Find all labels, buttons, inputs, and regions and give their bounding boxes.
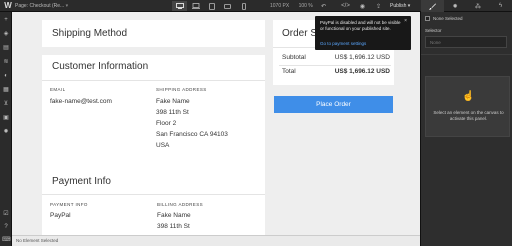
payment-info-card[interactable]: Payment Info PAYMENT INFO PayPal BILLING…: [42, 168, 265, 235]
zoom-readout: 100 %: [298, 3, 313, 9]
customer-info-title: Customer Information: [52, 61, 149, 72]
checkbox-icon[interactable]: [425, 16, 430, 21]
layers-icon[interactable]: ≋: [2, 58, 10, 66]
selection-status: No Element Selected: [16, 238, 59, 243]
publish-button[interactable]: Publish ▾: [390, 1, 420, 11]
shipping-address-line: 398 11th St: [156, 109, 189, 116]
payment-settings-link[interactable]: Go to payment settings: [320, 41, 366, 46]
empty-panel-text: Select an element on the canvas to activ…: [433, 110, 504, 121]
bolt-icon: ϟ: [499, 3, 503, 9]
mobile-landscape-icon[interactable]: [220, 1, 235, 11]
gear-icon: ✹: [452, 3, 458, 10]
selector-input[interactable]: None: [425, 36, 507, 48]
mobile-portrait-icon[interactable]: [236, 1, 251, 11]
add-icon[interactable]: +: [2, 16, 10, 24]
none-selected-label: None Selected: [433, 16, 463, 21]
interactions-tab[interactable]: ϟ: [489, 0, 512, 12]
publish-label: Publish: [390, 3, 407, 9]
subtotal-value: US$ 1,696.12 USD: [334, 54, 390, 61]
billing-address-line: Fake Name: [157, 212, 191, 219]
billing-address-line: 398 11th St: [157, 223, 190, 230]
laptop-icon[interactable]: [188, 1, 203, 11]
width-readout: 1070 PX: [270, 3, 290, 9]
cart-icon[interactable]: ⊻: [2, 100, 10, 108]
preview-icon[interactable]: ◉: [357, 1, 368, 11]
selector-placeholder: None: [430, 40, 441, 45]
hand-pointer-icon: ☝: [462, 91, 475, 102]
canvas-size-readout: 1070 PX 100 %: [270, 2, 313, 10]
empty-panel-message: ☝ Select an element on the canvas to act…: [425, 76, 510, 137]
card-divider: [42, 80, 265, 81]
help-icon[interactable]: ?: [2, 223, 10, 231]
style-panel: None Selected Selector None ☝ Select an …: [420, 12, 512, 246]
paypal-warning-tooltip: PayPal is disabled and will not be visib…: [315, 16, 411, 50]
billing-address-label: BILLING ADDRESS: [157, 202, 204, 207]
customer-info-card[interactable]: Customer Information EMAIL fake-name@tes…: [42, 55, 265, 172]
settings-panel-tab[interactable]: ✹: [444, 0, 467, 12]
email-label: EMAIL: [50, 87, 66, 92]
total-label: Total: [282, 68, 296, 75]
shipping-method-card[interactable]: Shipping Method: [42, 20, 265, 47]
payment-method-value: PayPal: [50, 212, 71, 219]
payment-info-title: Payment Info: [52, 176, 111, 187]
close-icon[interactable]: ×: [404, 18, 407, 24]
chevron-down-icon: ▾: [65, 3, 69, 9]
shipping-method-title: Shipping Method: [52, 28, 128, 39]
page-selector[interactable]: Page: Checkout (Re... ▾: [15, 2, 68, 10]
order-summary-title: Order S: [282, 28, 318, 39]
settings-icon[interactable]: ✹: [2, 128, 10, 136]
subtotal-row: Subtotal US$ 1,696.12 USD: [282, 54, 390, 61]
shipping-address-line: San Francisco CA 94103: [156, 131, 228, 138]
tooltip-message: PayPal is disabled and will not be visib…: [320, 20, 401, 31]
top-bar: W Page: Checkout (Re... ▾ 1070 PX 100 % …: [0, 0, 512, 12]
style-manager-tab[interactable]: ⁂: [467, 0, 490, 12]
brush-icon: [428, 3, 436, 10]
none-selected-row[interactable]: None Selected: [425, 16, 463, 21]
code-icon[interactable]: </>: [340, 1, 351, 11]
cube-icon[interactable]: ◈: [2, 30, 10, 38]
chevron-down-icon: ▾: [407, 3, 411, 9]
place-order-button[interactable]: Place Order: [274, 96, 393, 113]
status-bar: No Element Selected: [12, 235, 420, 246]
check-icon[interactable]: ☑: [2, 210, 10, 218]
payment-info-label: PAYMENT INFO: [50, 202, 88, 207]
style-panel-tab[interactable]: [421, 0, 444, 12]
designer-app: W Page: Checkout (Re... ▾ 1070 PX 100 % …: [0, 0, 512, 246]
paint-icon[interactable]: ◐: [2, 72, 10, 80]
media-icon[interactable]: ▣: [2, 114, 10, 122]
left-toolbar: + ◈ ▤ ≋ ◐ ▦ ⊻ ▣ ✹ ☑ ? ⌨: [0, 12, 12, 246]
card-divider: [42, 194, 265, 195]
shipping-address-label: SHIPPING ADDRESS: [156, 87, 207, 92]
drops-icon: ⁂: [474, 3, 481, 10]
shipping-address-line: Floor 2: [156, 120, 177, 127]
subtotal-label: Subtotal: [282, 54, 306, 61]
database-icon[interactable]: ▦: [2, 86, 10, 94]
total-value: US$ 1,696.12 USD: [334, 68, 390, 75]
page-selector-label: Page: Checkout (Re...: [15, 3, 65, 9]
share-icon[interactable]: ⇪: [373, 1, 384, 11]
shipping-address-line: Fake Name: [156, 98, 190, 105]
panel-tabs: ✹ ⁂ ϟ: [421, 0, 512, 12]
pages-icon[interactable]: ▤: [2, 44, 10, 52]
summary-divider: [279, 65, 391, 66]
webflow-logo[interactable]: W: [3, 1, 13, 11]
email-value: fake-name@test.com: [50, 98, 112, 105]
selector-label: Selector: [425, 28, 442, 33]
keyboard-icon[interactable]: ⌨: [2, 236, 11, 244]
panel-divider: [421, 54, 512, 55]
breakpoint-switcher: [172, 1, 251, 11]
total-row: Total US$ 1,696.12 USD: [282, 68, 390, 75]
shipping-address-line: USA: [156, 142, 170, 149]
desktop-icon[interactable]: [172, 1, 187, 11]
undo-icon[interactable]: ↶: [318, 1, 329, 11]
tablet-icon[interactable]: [204, 1, 219, 11]
